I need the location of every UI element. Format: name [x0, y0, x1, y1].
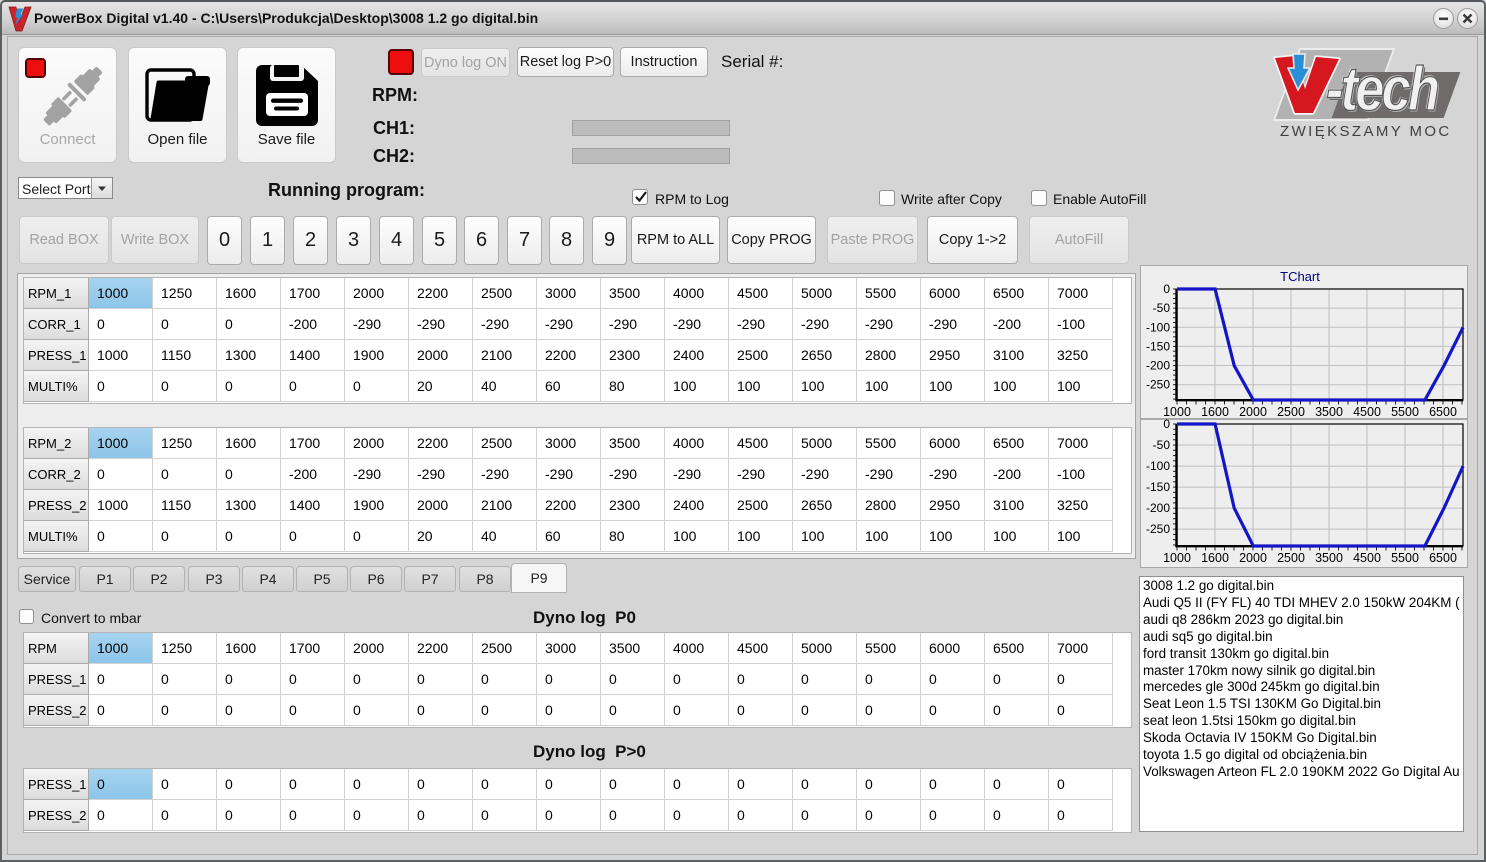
svg-text:-250: -250 — [1146, 378, 1170, 392]
svg-text:2000: 2000 — [1239, 405, 1267, 419]
svg-text:-100: -100 — [1146, 320, 1170, 334]
svg-text:3500: 3500 — [1315, 551, 1343, 565]
svg-text:-150: -150 — [1146, 480, 1170, 494]
svg-text:4500: 4500 — [1353, 405, 1381, 419]
svg-text:0: 0 — [1163, 419, 1170, 431]
svg-text:6500: 6500 — [1429, 405, 1457, 419]
svg-text:5500: 5500 — [1391, 405, 1419, 419]
svg-text:2000: 2000 — [1239, 551, 1267, 565]
svg-text:2500: 2500 — [1277, 551, 1305, 565]
svg-text:-150: -150 — [1146, 339, 1170, 353]
svg-text:-50: -50 — [1153, 301, 1171, 315]
svg-text:1600: 1600 — [1201, 551, 1229, 565]
svg-text:3500: 3500 — [1315, 405, 1343, 419]
svg-text:-50: -50 — [1153, 438, 1171, 452]
svg-text:-200: -200 — [1146, 359, 1170, 373]
svg-text:0: 0 — [1163, 282, 1170, 296]
svg-text:1000: 1000 — [1163, 405, 1191, 419]
svg-text:1600: 1600 — [1201, 405, 1229, 419]
svg-text:TChart: TChart — [1280, 269, 1320, 284]
svg-text:4500: 4500 — [1353, 551, 1381, 565]
svg-text:2500: 2500 — [1277, 405, 1305, 419]
svg-text:1000: 1000 — [1163, 551, 1191, 565]
svg-text:-200: -200 — [1146, 501, 1170, 515]
svg-text:6500: 6500 — [1429, 551, 1457, 565]
svg-text:-250: -250 — [1146, 522, 1170, 536]
svg-text:-100: -100 — [1146, 459, 1170, 473]
svg-text:5500: 5500 — [1391, 551, 1419, 565]
